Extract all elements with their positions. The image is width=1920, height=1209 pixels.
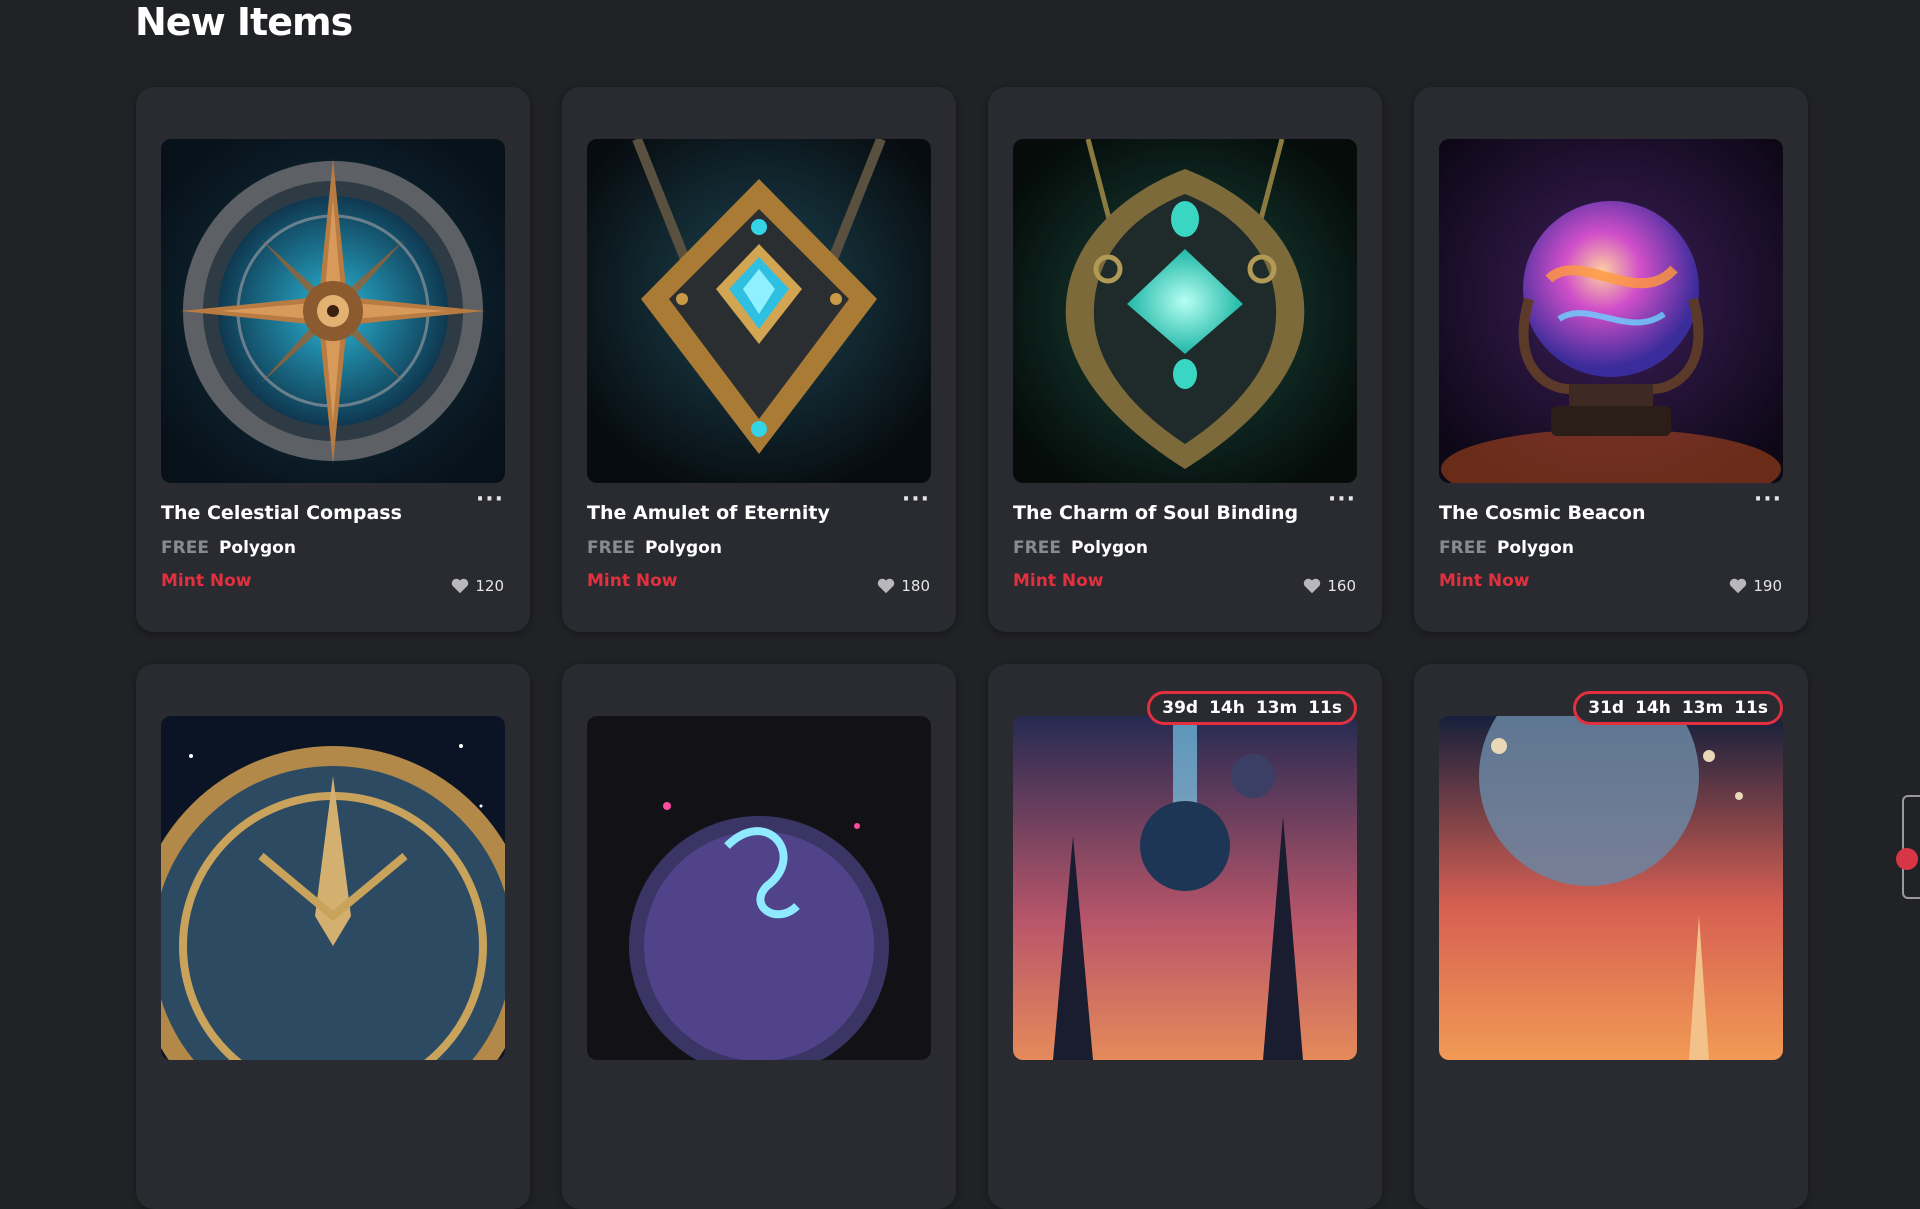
nft-card[interactable]: The Celestial Compass ··· FREE Polygon Mi… bbox=[136, 87, 530, 632]
likes[interactable]: 120 bbox=[451, 577, 504, 595]
chain-label: Polygon bbox=[218, 538, 296, 558]
price-row: FREE Polygon bbox=[1439, 538, 1574, 558]
nft-image[interactable] bbox=[587, 716, 931, 1060]
heart-icon[interactable] bbox=[1303, 578, 1321, 594]
timer-hours: 14h bbox=[1635, 698, 1671, 718]
nft-card[interactable]: The Charm of Soul Binding ··· FREE Polygo… bbox=[988, 87, 1382, 632]
nft-card[interactable]: The Amulet of Eternity ··· FREE Polygon M… bbox=[562, 87, 956, 632]
nft-title[interactable]: The Amulet of Eternity bbox=[587, 502, 830, 524]
mint-now-button[interactable]: Mint Now bbox=[1013, 571, 1104, 591]
nft-title[interactable]: The Charm of Soul Binding bbox=[1013, 502, 1298, 524]
timer-seconds: 11s bbox=[1734, 698, 1768, 718]
timer-minutes: 13m bbox=[1681, 698, 1724, 718]
price-label: FREE bbox=[1013, 538, 1061, 558]
nft-image-celestial-compass[interactable] bbox=[161, 139, 505, 483]
likes[interactable]: 160 bbox=[1303, 577, 1356, 595]
price-label: FREE bbox=[161, 538, 209, 558]
nft-title[interactable]: The Celestial Compass bbox=[161, 502, 402, 524]
price-row: FREE Polygon bbox=[587, 538, 722, 558]
nft-card[interactable]: 39d 14h 13m 11s bbox=[988, 664, 1382, 1209]
more-options-icon[interactable]: ··· bbox=[476, 487, 504, 512]
chain-label: Polygon bbox=[1496, 538, 1574, 558]
countdown-timer: 31d 14h 13m 11s bbox=[1573, 691, 1783, 725]
heart-icon[interactable] bbox=[877, 578, 895, 594]
more-options-icon[interactable]: ··· bbox=[1328, 487, 1356, 512]
more-options-icon[interactable]: ··· bbox=[1754, 487, 1782, 512]
price-label: FREE bbox=[587, 538, 635, 558]
nft-card[interactable]: 31d 14h 13m 11s bbox=[1414, 664, 1808, 1209]
price-row: FREE Polygon bbox=[161, 538, 296, 558]
heart-icon[interactable] bbox=[451, 578, 469, 594]
chain-label: Polygon bbox=[1070, 538, 1148, 558]
nft-image[interactable] bbox=[1439, 716, 1783, 1060]
countdown-timer: 39d 14h 13m 11s bbox=[1147, 691, 1357, 725]
mint-now-button[interactable]: Mint Now bbox=[587, 571, 678, 591]
timer-days: 39d bbox=[1162, 698, 1199, 718]
nft-image-charm-of-soul-binding[interactable] bbox=[1013, 139, 1357, 483]
price-label: FREE bbox=[1439, 538, 1487, 558]
timer-days: 31d bbox=[1588, 698, 1625, 718]
likes-count: 120 bbox=[475, 577, 504, 595]
timer-minutes: 13m bbox=[1255, 698, 1298, 718]
nft-card[interactable] bbox=[562, 664, 956, 1209]
likes-count: 160 bbox=[1327, 577, 1356, 595]
floating-action-button[interactable] bbox=[1896, 848, 1918, 870]
timer-hours: 14h bbox=[1209, 698, 1245, 718]
mint-now-button[interactable]: Mint Now bbox=[161, 571, 252, 591]
likes-count: 180 bbox=[901, 577, 930, 595]
nft-image-cosmic-beacon[interactable] bbox=[1439, 139, 1783, 483]
more-options-icon[interactable]: ··· bbox=[902, 487, 930, 512]
mint-now-button[interactable]: Mint Now bbox=[1439, 571, 1530, 591]
likes-count: 190 bbox=[1753, 577, 1782, 595]
price-row: FREE Polygon bbox=[1013, 538, 1148, 558]
likes[interactable]: 190 bbox=[1729, 577, 1782, 595]
chain-label: Polygon bbox=[644, 538, 722, 558]
likes[interactable]: 180 bbox=[877, 577, 930, 595]
nft-card[interactable] bbox=[136, 664, 530, 1209]
nft-image[interactable] bbox=[161, 716, 505, 1060]
nft-image-amulet-of-eternity[interactable] bbox=[587, 139, 931, 483]
nft-card[interactable]: The Cosmic Beacon ··· FREE Polygon Mint N… bbox=[1414, 87, 1808, 632]
heart-icon[interactable] bbox=[1729, 578, 1747, 594]
timer-seconds: 11s bbox=[1308, 698, 1342, 718]
nft-image[interactable] bbox=[1013, 716, 1357, 1060]
nft-title[interactable]: The Cosmic Beacon bbox=[1439, 502, 1646, 524]
page-title: New Items bbox=[135, 0, 353, 44]
scrollbar-handle[interactable] bbox=[1902, 795, 1920, 899]
